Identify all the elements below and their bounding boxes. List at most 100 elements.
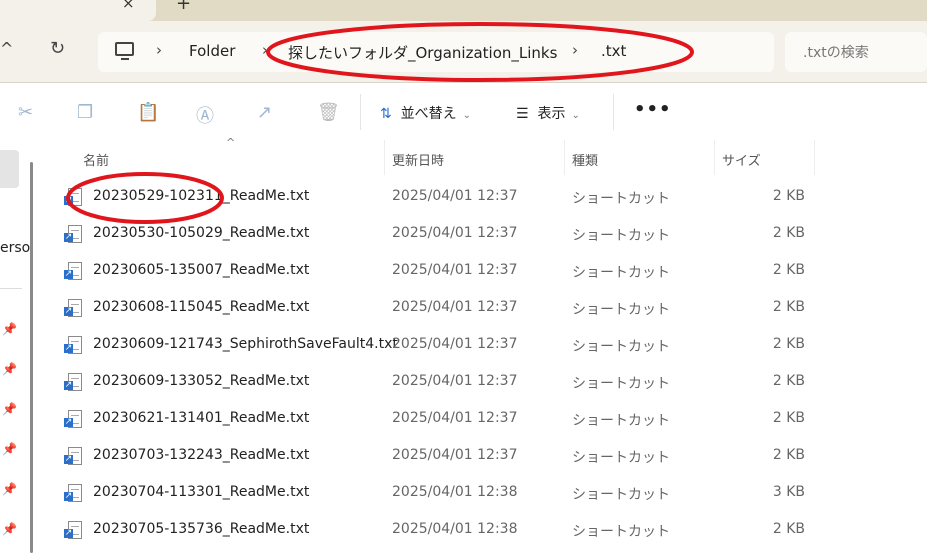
file-row[interactable]: 20230529-102311_ReadMe.txt 2025/04/01 12… bbox=[40, 179, 927, 216]
file-name[interactable]: 20230608-115045_ReadMe.txt bbox=[93, 299, 309, 315]
breadcrumb-current[interactable]: .txt bbox=[601, 42, 626, 60]
command-bar: ✂ ❐ 📋 Ⓐ ↗ 🗑 ⇅ 並べ替え ⌄ ☰ 表示 ⌄ ••• bbox=[0, 84, 927, 140]
file-row[interactable]: 20230608-115045_ReadMe.txt 2025/04/01 12… bbox=[40, 290, 927, 327]
file-name[interactable]: 20230609-121743_SephirothSaveFault4.txt bbox=[93, 336, 398, 352]
file-type: ショートカット bbox=[572, 487, 670, 503]
chevron-right-icon[interactable]: › bbox=[156, 41, 162, 59]
this-pc-icon[interactable] bbox=[115, 42, 134, 60]
column-separator[interactable] bbox=[814, 140, 815, 175]
file-size: 2 KB bbox=[772, 521, 805, 537]
tab-strip: × + bbox=[0, 0, 927, 21]
up-arrow-icon[interactable]: ^ bbox=[0, 39, 13, 58]
breadcrumb-target-folder[interactable]: 探したいフォルダ_Organization_Links bbox=[288, 42, 557, 63]
view-button[interactable]: ☰ 表示 ⌄ bbox=[516, 103, 580, 123]
file-row[interactable]: 20230605-135007_ReadMe.txt 2025/04/01 12… bbox=[40, 253, 927, 290]
chevron-down-icon: ⌄ bbox=[462, 110, 472, 121]
file-row[interactable]: 20230621-131401_ReadMe.txt 2025/04/01 12… bbox=[40, 401, 927, 438]
file-name[interactable]: 20230605-135007_ReadMe.txt bbox=[93, 262, 309, 278]
view-list-icon: ☰ bbox=[516, 106, 529, 122]
address-bar[interactable]: › Folder › 探したいフォルダ_Organization_Links ›… bbox=[98, 32, 774, 72]
file-row[interactable]: 20230530-105029_ReadMe.txt 2025/04/01 12… bbox=[40, 216, 927, 253]
divider bbox=[0, 288, 22, 289]
file-date: 2025/04/01 12:37 bbox=[392, 373, 518, 389]
file-type: ショートカット bbox=[572, 191, 670, 207]
file-name[interactable]: 20230530-105029_ReadMe.txt bbox=[93, 225, 309, 241]
file-name[interactable]: 20230609-133052_ReadMe.txt bbox=[93, 373, 309, 389]
navigation-pane: erso 📌 📌 📌 📌 📌 📌 bbox=[0, 140, 38, 553]
share-icon[interactable]: ↗ bbox=[257, 102, 272, 123]
more-options-button[interactable]: ••• bbox=[634, 99, 672, 120]
file-size: 2 KB bbox=[772, 410, 805, 426]
pin-icon[interactable]: 📌 bbox=[2, 522, 17, 536]
file-size: 2 KB bbox=[772, 262, 805, 278]
file-row[interactable]: 20230705-135736_ReadMe.txt 2025/04/01 12… bbox=[40, 512, 927, 549]
sort-ascending-icon: ^ bbox=[226, 136, 236, 149]
chevron-right-icon[interactable]: › bbox=[262, 41, 268, 59]
sort-button[interactable]: ⇅ 並べ替え ⌄ bbox=[380, 103, 471, 123]
pin-icon[interactable]: 📌 bbox=[2, 442, 17, 456]
file-row[interactable]: 20230609-121743_SephirothSaveFault4.txt … bbox=[40, 327, 927, 364]
shortcut-text-file-icon bbox=[64, 373, 82, 391]
file-type: ショートカット bbox=[572, 413, 670, 429]
shortcut-text-file-icon bbox=[64, 447, 82, 465]
pin-icon[interactable]: 📌 bbox=[2, 402, 17, 416]
active-tab[interactable]: × bbox=[0, 0, 156, 21]
file-type: ショートカット bbox=[572, 339, 670, 355]
close-tab-icon[interactable]: × bbox=[122, 0, 135, 12]
shortcut-text-file-icon bbox=[64, 188, 82, 206]
file-size: 2 KB bbox=[772, 447, 805, 463]
cut-icon[interactable]: ✂ bbox=[18, 102, 33, 123]
file-date: 2025/04/01 12:37 bbox=[392, 225, 518, 241]
column-header: ^ 名前 更新日時 種類 サイズ bbox=[40, 136, 927, 175]
sidebar-item-label[interactable]: erso bbox=[0, 240, 30, 256]
file-row[interactable]: 20230704-113301_ReadMe.txt 2025/04/01 12… bbox=[40, 475, 927, 512]
file-name[interactable]: 20230704-113301_ReadMe.txt bbox=[93, 484, 309, 500]
file-name[interactable]: 20230529-102311_ReadMe.txt bbox=[93, 188, 309, 204]
file-type: ショートカット bbox=[572, 450, 670, 466]
refresh-icon[interactable]: ↻ bbox=[50, 38, 65, 59]
file-date: 2025/04/01 12:37 bbox=[392, 336, 518, 352]
column-name[interactable]: 名前 bbox=[83, 150, 109, 169]
file-date: 2025/04/01 12:37 bbox=[392, 410, 518, 426]
file-date: 2025/04/01 12:37 bbox=[392, 299, 518, 315]
scrollbar[interactable] bbox=[30, 162, 33, 553]
column-type[interactable]: 種類 bbox=[572, 150, 598, 169]
file-size: 2 KB bbox=[772, 188, 805, 204]
shortcut-text-file-icon bbox=[64, 262, 82, 280]
pin-icon[interactable]: 📌 bbox=[2, 362, 17, 376]
file-row[interactable]: 20230609-133052_ReadMe.txt 2025/04/01 12… bbox=[40, 364, 927, 401]
file-type: ショートカット bbox=[572, 228, 670, 244]
shortcut-text-file-icon bbox=[64, 225, 82, 243]
column-separator[interactable] bbox=[564, 140, 565, 175]
search-input[interactable]: .txtの検索 bbox=[785, 32, 927, 72]
new-tab-icon[interactable]: + bbox=[176, 0, 191, 14]
file-size: 3 KB bbox=[772, 484, 805, 500]
column-date[interactable]: 更新日時 bbox=[392, 150, 444, 169]
copy-icon[interactable]: ❐ bbox=[77, 102, 93, 123]
chevron-right-icon[interactable]: › bbox=[572, 41, 578, 59]
breadcrumb-folder[interactable]: Folder bbox=[189, 42, 235, 60]
file-name[interactable]: 20230703-132243_ReadMe.txt bbox=[93, 447, 309, 463]
delete-icon[interactable]: 🗑 bbox=[317, 102, 340, 123]
sidebar-selected-item[interactable] bbox=[0, 150, 19, 188]
column-separator[interactable] bbox=[384, 140, 385, 175]
pin-icon[interactable]: 📌 bbox=[2, 482, 17, 496]
shortcut-text-file-icon bbox=[64, 336, 82, 354]
navigation-bar: ^ ↻ › Folder › 探したいフォルダ_Organization_Lin… bbox=[0, 21, 927, 83]
paste-icon[interactable]: 📋 bbox=[137, 102, 159, 123]
divider bbox=[360, 94, 361, 130]
file-name[interactable]: 20230621-131401_ReadMe.txt bbox=[93, 410, 309, 426]
shortcut-text-file-icon bbox=[64, 410, 82, 428]
column-size[interactable]: サイズ bbox=[722, 150, 761, 169]
pin-icon[interactable]: 📌 bbox=[2, 322, 17, 336]
chevron-down-icon: ⌄ bbox=[571, 110, 580, 121]
file-size: 2 KB bbox=[772, 225, 805, 241]
file-date: 2025/04/01 12:38 bbox=[392, 484, 518, 500]
column-separator[interactable] bbox=[714, 140, 715, 175]
file-name[interactable]: 20230705-135736_ReadMe.txt bbox=[93, 521, 309, 537]
file-type: ショートカット bbox=[572, 376, 670, 392]
file-type: ショートカット bbox=[572, 524, 670, 540]
shortcut-text-file-icon bbox=[64, 299, 82, 317]
rename-icon[interactable]: Ⓐ bbox=[196, 102, 214, 128]
file-row[interactable]: 20230703-132243_ReadMe.txt 2025/04/01 12… bbox=[40, 438, 927, 475]
